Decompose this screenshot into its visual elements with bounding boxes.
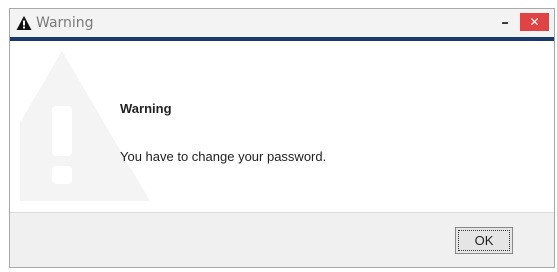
warning-icon	[16, 16, 32, 30]
ok-button[interactable]: OK	[455, 227, 513, 254]
dialog-content: Warning You have to change your password…	[10, 41, 554, 212]
title-bar[interactable]: Warning – ✕	[10, 9, 554, 37]
warning-watermark-icon	[20, 51, 150, 201]
warning-dialog: Warning – ✕ Warning You have to change y…	[9, 8, 555, 268]
dialog-footer: OK	[10, 212, 554, 267]
close-button[interactable]: ✕	[520, 13, 549, 31]
dialog-message: You have to change your password.	[120, 149, 327, 164]
minimize-button[interactable]: –	[496, 13, 514, 31]
window-title: Warning	[36, 15, 94, 31]
dialog-heading: Warning	[120, 101, 172, 116]
